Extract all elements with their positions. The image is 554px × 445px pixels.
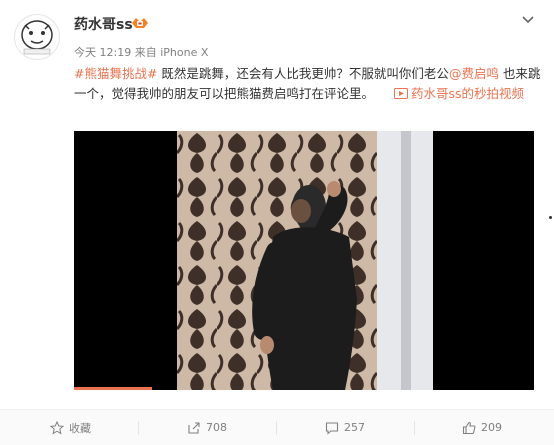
weibo-post-card: 药水哥ss 今天 12:19 来自 iPhone X #熊猫舞挑战# 既然是跳舞… xyxy=(0,0,554,445)
thumbs-up-icon xyxy=(462,421,476,434)
favorite-label: 收藏 xyxy=(69,421,91,435)
comment-count: 257 xyxy=(344,421,365,434)
video-frame xyxy=(177,131,433,390)
scroll-indicator xyxy=(549,216,552,219)
repost-button[interactable]: 708 xyxy=(187,410,227,445)
video-link-text: 药水哥ss的秒拍视频 xyxy=(411,86,525,101)
like-button[interactable]: 209 xyxy=(462,410,502,445)
mention-link[interactable]: @费启鸣 xyxy=(449,66,499,81)
divider xyxy=(138,421,139,435)
post-source[interactable]: iPhone X xyxy=(160,46,208,59)
divider xyxy=(414,421,415,435)
post-body: #熊猫舞挑战# 既然是跳舞，还会有人比我更帅？不服就叫你们老公@费启鸣 也来跳一… xyxy=(74,64,544,104)
divider xyxy=(276,421,277,435)
comment-icon xyxy=(325,421,339,435)
post-text-1: 既然是跳舞，还会有人比我更帅？不服就叫你们老公 xyxy=(157,66,449,81)
hashtag-link[interactable]: #熊猫舞挑战# xyxy=(74,66,157,81)
username[interactable]: 药水哥ss xyxy=(74,14,133,34)
post-time[interactable]: 今天 12:19 xyxy=(74,46,131,59)
video-play-icon xyxy=(394,88,408,99)
source-prefix: 来自 xyxy=(134,46,157,59)
star-icon xyxy=(50,420,64,435)
repost-icon xyxy=(188,421,200,434)
like-count: 209 xyxy=(481,421,502,434)
post-meta: 今天 12:19 来自 iPhone X xyxy=(74,44,208,60)
favorite-button[interactable]: 收藏 xyxy=(50,410,91,445)
chevron-down-icon[interactable] xyxy=(522,16,534,24)
avatar[interactable] xyxy=(14,14,60,60)
comment-button[interactable]: 257 xyxy=(325,410,365,445)
repost-count: 708 xyxy=(206,421,227,434)
video-source-link[interactable]: 药水哥ss的秒拍视频 xyxy=(378,86,524,101)
vip-badge-icon[interactable] xyxy=(131,17,149,29)
video-player[interactable] xyxy=(74,131,534,390)
action-bar: 收藏 708 257 209 xyxy=(0,409,554,445)
video-progress-bar[interactable] xyxy=(74,387,153,390)
